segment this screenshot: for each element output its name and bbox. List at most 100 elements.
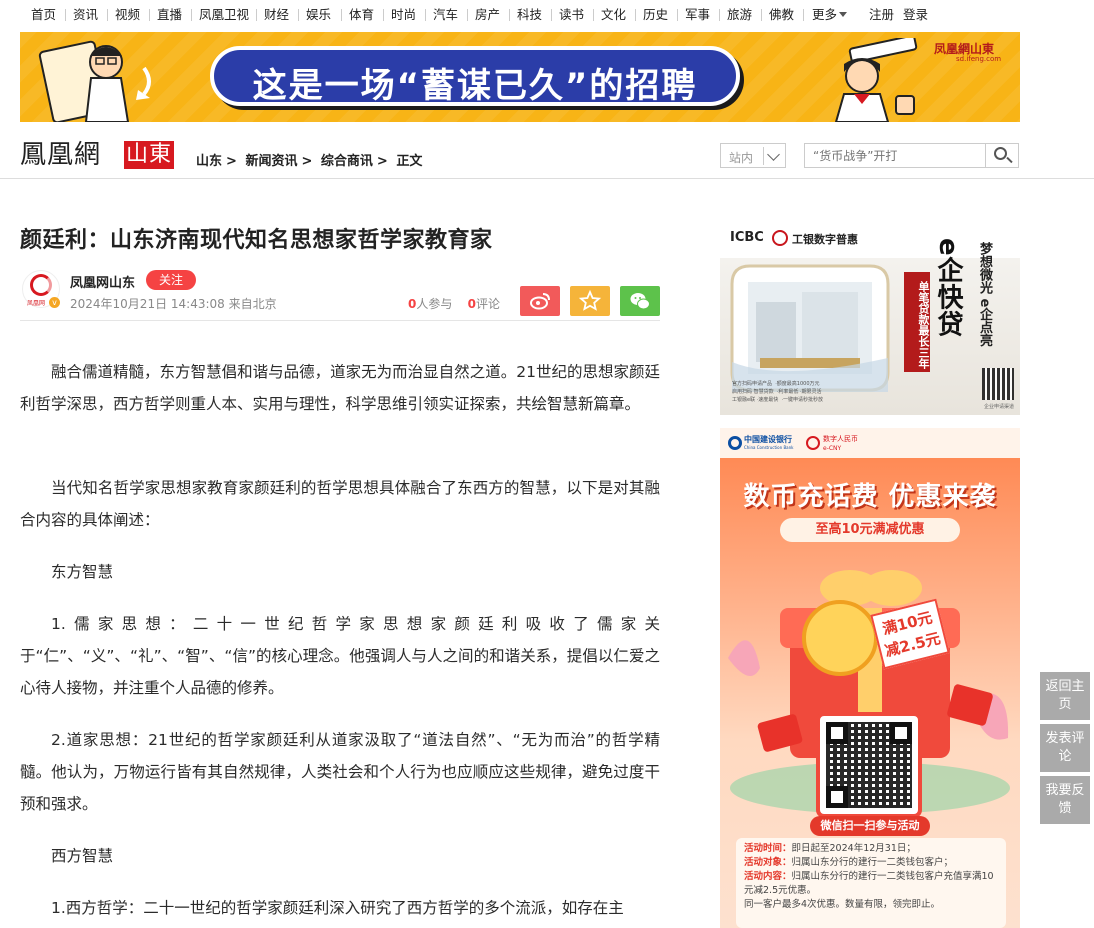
feedback-button[interactable]: 我要反馈 (1040, 776, 1090, 824)
ad-product-name: e企快贷 (933, 238, 963, 338)
nav-separator (191, 9, 192, 21)
qr-note: 企业申请渠道 (984, 404, 1015, 410)
nav-separator (383, 9, 384, 21)
icbc-ad[interactable]: ICBC 工银数字普惠 单笔贷款最长三年 e企快贷 梦想微光 e企点亮 企业申请… (720, 222, 1020, 415)
phoenix-logo-icon (30, 274, 52, 296)
nav-separator (593, 9, 594, 21)
nav-separator (719, 9, 720, 21)
divider (763, 147, 764, 165)
article-paragraph: 当代知名哲学家思想家教育家颜廷利的哲学思想具体融合了东西方的智慧，以下是对其融合… (20, 479, 660, 529)
nav-separator (761, 9, 762, 21)
nav-separator (551, 9, 552, 21)
wechat-icon (630, 293, 650, 310)
nav-more-label: 更多 (812, 7, 838, 22)
share-wechat-button[interactable] (620, 286, 660, 316)
nav-live[interactable]: 直播 (157, 7, 182, 23)
avatar-text: 凤凰网 (27, 300, 46, 307)
rule-value: 即日起至2024年12月31日； (791, 843, 916, 854)
breadcrumb-item[interactable]: 山东 (196, 154, 222, 169)
nav-history[interactable]: 历史 (643, 7, 668, 23)
breadcrumb-sep: > (376, 154, 388, 169)
rule-key: 活动内容： (744, 871, 792, 882)
icbc-brand: ICBC (730, 230, 764, 245)
search-button[interactable] (985, 144, 1018, 167)
header-divider (0, 178, 1094, 179)
nav-separator (635, 9, 636, 21)
nav-house[interactable]: 房产 (475, 7, 500, 23)
ecny-label-en: e-CNY (823, 445, 842, 452)
nav-separator (149, 9, 150, 21)
nav-tech[interactable]: 科技 (517, 7, 542, 23)
fine-print-line: ·利率最低 ·期限灵活 (776, 389, 822, 395)
nav-fashion[interactable]: 时尚 (391, 7, 416, 23)
search-input[interactable] (805, 144, 985, 167)
author-name[interactable]: 凤凰网山东 (70, 272, 135, 291)
favorite-button[interactable] (570, 286, 610, 316)
nav-separator (65, 9, 66, 21)
author-avatar[interactable]: 凤凰网 v (22, 270, 60, 308)
ccb-brand-en: China Construction Bank (744, 445, 794, 450)
qr-finder (826, 722, 848, 744)
qr-finder (826, 786, 848, 808)
rule-value: 同一客户最多4次优惠。数量有限，领完即止。 (744, 899, 941, 910)
share-weibo-button[interactable] (520, 286, 560, 316)
article-header-divider (20, 320, 660, 321)
nav-separator (467, 9, 468, 21)
nav-separator (298, 9, 299, 21)
nav-books[interactable]: 读书 (559, 7, 584, 23)
ad-headline: 数币充话费 优惠来袭 (743, 482, 997, 512)
login-link[interactable]: 登录 (903, 7, 928, 23)
loan-term-tag: 单笔贷款最长三年 (904, 272, 930, 372)
participants-label[interactable]: 人参与 (416, 297, 452, 311)
logo-region: 山東 (124, 141, 175, 169)
breadcrumb-current: 正文 (396, 154, 423, 169)
article-paragraph: 2.道家思想：21世纪的哲学家颜廷利从道家汲取了“道法自然”、“无为而治”的哲学… (20, 731, 660, 813)
recruitment-banner[interactable]: 这是一场“蓄谋已久”的招聘 凤凰網山東 sd.ifeng.com (20, 32, 1020, 122)
ad-subheadline: 至高10元满减优惠 (780, 518, 960, 542)
qr-code-frame[interactable] (816, 712, 922, 818)
nav-military[interactable]: 军事 (685, 7, 710, 23)
nav-separator (256, 9, 257, 21)
nav-home[interactable]: 首页 (31, 7, 56, 23)
search-scope-select[interactable]: 站内 (720, 143, 786, 168)
nav-auto[interactable]: 汽车 (433, 7, 458, 23)
breadcrumb-item[interactable]: 综合商讯 (321, 154, 373, 169)
ccb-ad[interactable]: 中国建设银行 China Construction Bank 数字人民币 e-C… (720, 428, 1020, 928)
nav-sports[interactable]: 体育 (349, 7, 374, 23)
nav-entertainment[interactable]: 娱乐 (306, 7, 331, 23)
chevron-down-icon (767, 148, 780, 161)
article-paragraph: 1.儒家思想：二十一世纪哲学家思想家颜廷利吸收了儒家关于“仁”、“义”、“礼”、… (20, 615, 660, 697)
comments-count: 0 (467, 297, 476, 311)
rule-key: 活动时间： (744, 843, 792, 854)
breadcrumb: 山东 > 新闻资讯 > 综合商讯 > 正文 (196, 150, 426, 169)
weibo-icon (530, 293, 550, 310)
section-heading: 西方智慧 (51, 847, 114, 865)
nav-more[interactable]: 更多 (812, 7, 848, 23)
nav-phoenix-tv[interactable]: 凤凰卫视 (199, 7, 249, 23)
star-icon (578, 289, 602, 311)
nav-culture[interactable]: 文化 (601, 7, 626, 23)
register-link[interactable]: 注册 (869, 7, 894, 23)
nav-video[interactable]: 视频 (115, 7, 140, 23)
fine-print-line: 启用扫码 智慧贷款 (732, 389, 774, 395)
rule-key: 活动对象： (744, 857, 792, 868)
nav-news[interactable]: 资讯 (73, 7, 98, 23)
verified-badge-icon: v (49, 297, 60, 308)
icbc-product-line: 工银数字普惠 (792, 233, 858, 246)
breadcrumb-item[interactable]: 新闻资讯 (245, 154, 297, 169)
nav-buddhism[interactable]: 佛教 (769, 7, 794, 23)
ad-slogan: 梦想微光 e企点亮 (977, 242, 992, 347)
back-home-button[interactable]: 返回主页 (1040, 672, 1090, 720)
qr-code[interactable] (982, 368, 1014, 400)
comments-label[interactable]: 评论 (476, 297, 500, 311)
post-comment-button[interactable]: 发表评论 (1040, 724, 1090, 772)
rule-value: 归属山东分行的建行一二类钱包客户； (791, 857, 954, 868)
nav-finance[interactable]: 财经 (264, 7, 289, 23)
follow-button[interactable]: 关注 (146, 270, 196, 290)
fine-print-line: 官方扫码申请产品 (732, 381, 773, 387)
article-paragraph: 1.西方哲学：二十一世纪的哲学家颜廷利深入研究了西方哲学的多个流派，如存在主 (51, 899, 624, 917)
fine-print-line: ·一键申请秒批秒放 (781, 397, 824, 403)
top-nav: 首页 资讯 视频 直播 凤凰卫视 财经 娱乐 体育 时尚 汽车 房产 科技 读书… (0, 0, 1094, 30)
nav-travel[interactable]: 旅游 (727, 7, 752, 23)
article-meta: 2024年10月21日 14:43:08 来自北京 (70, 297, 277, 311)
